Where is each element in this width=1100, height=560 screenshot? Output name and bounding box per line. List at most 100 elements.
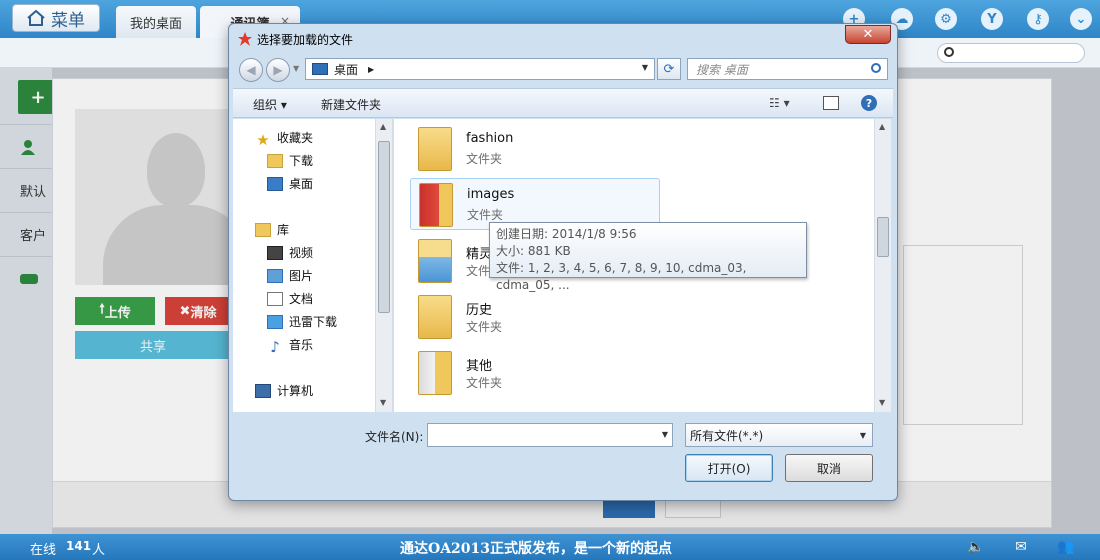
announcement-ticker[interactable]: 通达OA2013正式版发布，是一个新的起点 [400, 538, 672, 558]
file-name: fashion [466, 131, 514, 146]
new-folder-button[interactable]: 新建文件夹 [321, 96, 381, 113]
key-icon[interactable]: ⚷ [1027, 8, 1049, 30]
file-type: 文件夹 [466, 376, 503, 390]
filename-input[interactable]: ▼ [427, 423, 673, 447]
app-logo-icon [238, 32, 252, 46]
refresh-button[interactable]: ⟳ [657, 58, 681, 80]
organize-menu[interactable]: 组织 ▾ [253, 96, 287, 113]
home-icon [27, 10, 45, 26]
folder-icon [418, 295, 452, 339]
file-scrollbar[interactable]: ▲ ▼ [874, 119, 891, 412]
file-name: images [467, 187, 515, 202]
person-label: 人 [92, 543, 106, 558]
scroll-thumb[interactable] [378, 141, 390, 313]
nav-label: 音乐 [289, 338, 314, 352]
preview-pane-icon[interactable] [823, 96, 839, 110]
search-icon [944, 47, 954, 57]
online-count[interactable]: 141 [66, 539, 91, 553]
nav-item-documents[interactable]: 文档 [267, 290, 313, 307]
nav-label: 图片 [289, 269, 314, 283]
address-location: 桌面 [334, 62, 359, 77]
list-item[interactable]: 历史 文件夹 [410, 291, 660, 343]
search-placeholder: 搜索 桌面 [696, 62, 748, 77]
file-type-select[interactable]: 所有文件(*.*) ▼ [685, 423, 873, 447]
list-item[interactable]: fashion 文件夹 [410, 123, 660, 175]
users-icon[interactable]: 👥 [1056, 538, 1076, 556]
download-folder-icon [267, 153, 283, 168]
help-icon[interactable]: ? [861, 95, 877, 111]
cancel-button[interactable]: 取消 [785, 454, 873, 482]
scroll-thumb[interactable] [877, 217, 889, 257]
file-type: 文件夹 [467, 208, 504, 222]
search-icon [871, 63, 881, 73]
folder-icon [418, 351, 452, 395]
file-name: 其他 [466, 359, 493, 374]
nav-label: 视频 [289, 246, 314, 260]
computer-icon [255, 383, 271, 398]
nav-item-libraries[interactable]: 库 [255, 221, 289, 238]
file-name: 历史 [466, 303, 493, 318]
scroll-up-icon[interactable]: ▲ [380, 122, 386, 131]
library-icon [255, 222, 271, 237]
file-type-value: 所有文件(*.*) [690, 428, 764, 443]
forward-button[interactable]: ▶ [266, 58, 290, 82]
file-type: 文件夹 [466, 320, 503, 334]
nav-item-favorites[interactable]: ★ 收藏夹 [255, 129, 314, 149]
tooltip-size: 大小: 881 KB [496, 244, 571, 258]
tab-label: 我的桌面 [129, 16, 182, 32]
list-item[interactable]: 其他 文件夹 [410, 347, 660, 399]
chevron-down-icon: ▼ [859, 431, 866, 440]
dialog-title: 选择要加载的文件 [257, 33, 354, 47]
nav-item-thunder[interactable]: 迅雷下载 [267, 313, 337, 330]
navigation-pane: ★ 收藏夹 下载 桌面 库 视频 图片 文档 迅雷下载 ♪ 音乐 计算机 [233, 119, 393, 412]
chevron-down-icon[interactable]: ▼ [662, 430, 668, 439]
nav-label: 收藏夹 [277, 131, 314, 145]
chevron-down-icon[interactable]: ▼ [642, 63, 648, 72]
view-options-icon[interactable]: ☷ ▾ [769, 96, 799, 112]
command-bar: 组织 ▾ 新建文件夹 ☷ ▾ ? [233, 88, 893, 118]
video-icon [267, 245, 283, 260]
folder-tooltip: 创建日期: 2014/1/8 9:56 大小: 881 KB 文件: 1, 2,… [489, 222, 807, 292]
nav-label: 迅雷下载 [289, 315, 338, 329]
filename-label: 文件名(N): [365, 430, 424, 444]
folder-icon [418, 239, 452, 283]
nav-label: 桌面 [289, 177, 314, 191]
scroll-up-icon[interactable]: ▲ [879, 122, 885, 131]
address-bar[interactable]: 桌面 ▶ ▼ [305, 58, 655, 80]
scroll-down-icon[interactable]: ▼ [380, 398, 386, 407]
picture-icon [267, 268, 283, 283]
open-button[interactable]: 打开(O) [685, 454, 773, 482]
desktop-icon [312, 63, 328, 75]
speaker-icon[interactable]: 🔈 [966, 538, 986, 556]
folder-icon [418, 127, 452, 171]
nav-item-desktop[interactable]: 桌面 [267, 175, 313, 192]
nav-item-computer[interactable]: 计算机 [255, 382, 313, 399]
tooltip-files: 文件: 1, 2, 3, 4, 5, 6, 7, 8, 9, 10, cdma_… [496, 261, 747, 292]
global-search-input[interactable] [937, 43, 1085, 63]
gear-icon[interactable]: ⚙ [935, 8, 957, 30]
nav-item-pictures[interactable]: 图片 [267, 267, 313, 284]
chevron-right-icon[interactable]: ▶ [368, 65, 374, 74]
online-label: 在线 [30, 543, 57, 558]
nav-item-downloads[interactable]: 下载 [267, 152, 313, 169]
scroll-down-icon[interactable]: ▼ [879, 398, 885, 407]
nav-label: 文档 [289, 292, 314, 306]
mail-icon[interactable]: ✉ [1011, 538, 1031, 556]
menu-button[interactable]: 菜单 [12, 4, 100, 32]
nav-label: 库 [277, 223, 290, 237]
menu-label: 菜单 [51, 10, 85, 31]
thunder-icon [267, 314, 283, 329]
nav-scrollbar[interactable]: ▲ ▼ [375, 119, 392, 412]
star-icon: ★ [256, 130, 270, 149]
history-dropdown-icon[interactable]: ▼ [293, 64, 299, 73]
nav-item-videos[interactable]: 视频 [267, 244, 313, 261]
folder-search-input[interactable]: 搜索 桌面 [687, 58, 888, 80]
nav-label: 下载 [289, 154, 314, 168]
shirt-icon[interactable]: Y [981, 8, 1003, 30]
tab-my-desktop[interactable]: 我的桌面 [116, 6, 196, 38]
chevron-down-icon[interactable]: ⌄ [1070, 8, 1092, 30]
folder-icon [419, 183, 453, 227]
dialog-close-button[interactable]: ✕ [845, 25, 891, 44]
nav-item-music[interactable]: ♪ 音乐 [267, 336, 314, 356]
back-button[interactable]: ◀ [239, 58, 263, 82]
